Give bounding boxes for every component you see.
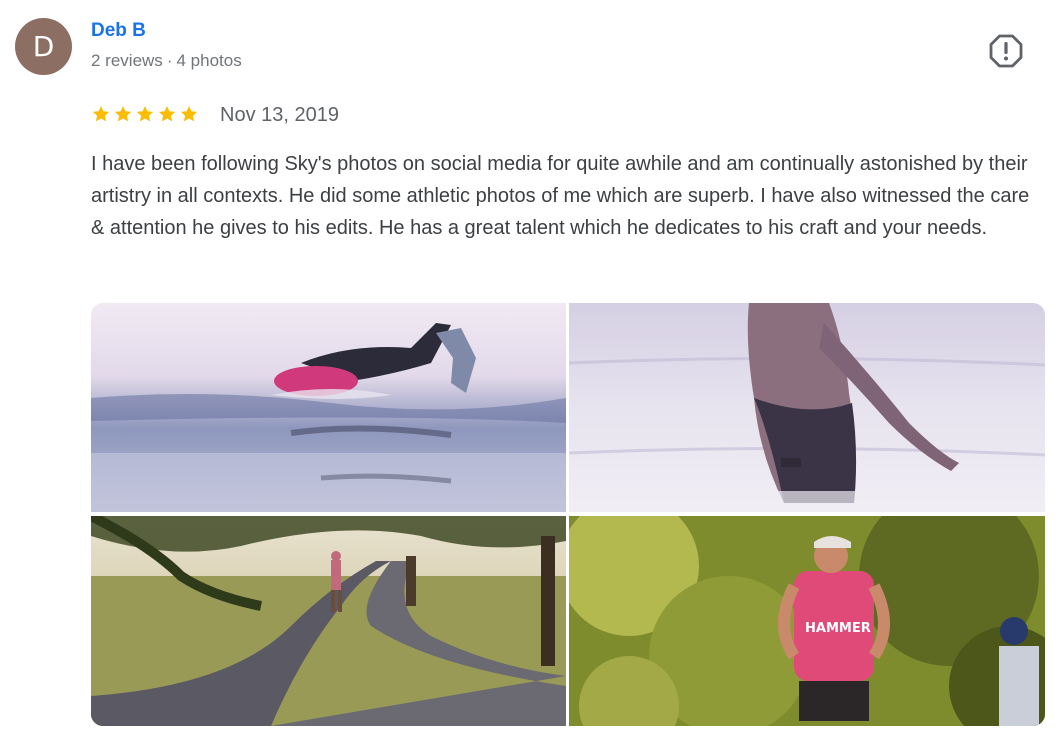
review-date: Nov 13, 2019	[220, 104, 339, 126]
review-count: 2 reviews	[91, 51, 163, 70]
avatar[interactable]: D	[15, 18, 72, 75]
author-name[interactable]: Deb B	[91, 20, 146, 42]
photo-grid: HAMMER	[91, 303, 1045, 726]
photo-runner-path[interactable]	[91, 516, 566, 726]
shirt-text: HAMMER	[805, 621, 871, 636]
star-icon	[136, 106, 154, 122]
photo-wading-woman[interactable]	[569, 303, 1045, 512]
photo-swimmer[interactable]	[91, 303, 566, 512]
star-icon	[158, 106, 176, 122]
photo-runner-trees[interactable]: HAMMER	[569, 516, 1045, 726]
report-flag-icon	[989, 34, 1023, 68]
avatar-initial: D	[32, 30, 55, 63]
author-meta: 2 reviews · 4 photos	[91, 51, 242, 71]
star-icon	[92, 106, 110, 122]
review-text: I have been following Sky's photos on so…	[91, 153, 1030, 239]
meta-separator: ·	[166, 51, 173, 70]
report-button[interactable]	[988, 33, 1024, 69]
photo-count: 4 photos	[176, 51, 242, 70]
star-rating	[91, 104, 199, 124]
star-icon	[114, 106, 132, 122]
star-icon	[180, 106, 198, 122]
